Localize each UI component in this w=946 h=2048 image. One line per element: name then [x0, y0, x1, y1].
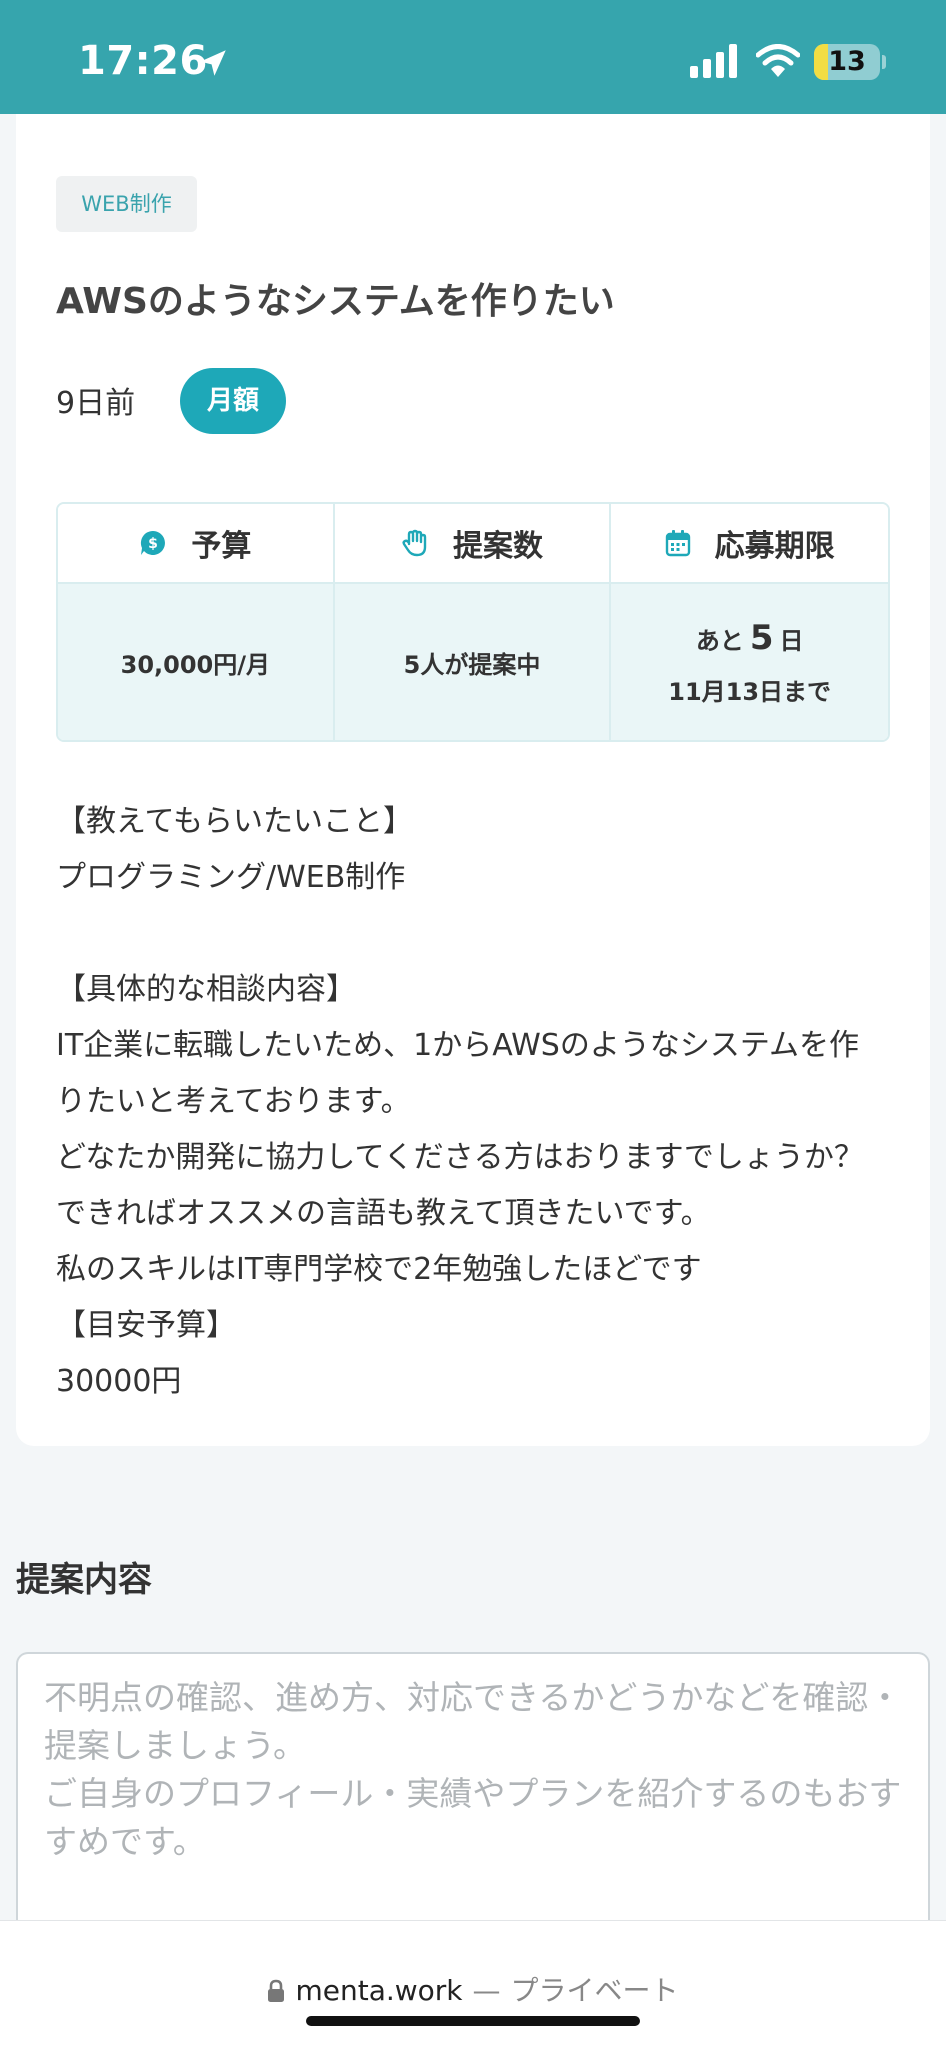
description-line: 私のスキルはIT専門学校で2年勉強したほどです [56, 1252, 702, 1287]
private-mode-label: プライベート [510, 1974, 679, 2007]
deadline-suffix: 日 [779, 626, 804, 655]
deadline-prefix: あと [695, 626, 744, 655]
raised-hand-icon [402, 529, 427, 557]
home-indicator[interactable] [306, 2016, 640, 2026]
deadline-remaining: あと 5 日 [696, 618, 804, 658]
lock-icon [268, 1979, 285, 2002]
status-bar: 17:26 13 [0, 0, 946, 114]
budget-amount: 30,000円/月 [120, 650, 271, 679]
proposals-label: 提案数 [452, 529, 543, 564]
description-line: 【具体的な相談内容】 [56, 972, 356, 1007]
battery-icon: 13 [814, 44, 880, 80]
deadline-header: 応募期限 [611, 504, 888, 584]
description-line: 【目安予算】 [56, 1308, 236, 1343]
description-line: りたいと考えております。 [56, 1084, 411, 1119]
battery-level-text: 13 [828, 46, 866, 77]
job-info-table: $ 予算 提案数 応募期限 30,000円/月 5人が提案中 あと 5 日 11… [56, 502, 890, 742]
location-arrow-icon [200, 50, 226, 76]
deadline-value: あと 5 日 11月13日まで [611, 584, 888, 740]
description-line: プログラミング/WEB制作 [56, 860, 406, 895]
url-domain: menta.work [295, 1974, 463, 2007]
wifi-icon [756, 44, 800, 77]
budget-header: $ 予算 [58, 504, 335, 584]
proposal-field[interactable] [16, 1652, 930, 1932]
posted-ago: 9日前 [56, 386, 136, 421]
battery-nub [882, 55, 886, 69]
pay-type-badge: 月額 [180, 368, 286, 434]
description-line: できればオススメの言語も教えて頂きたいです。 [56, 1196, 711, 1231]
description-line: IT企業に転職したいため、1からAWSのようなシステムを作 [56, 1028, 859, 1063]
proposal-textarea[interactable] [18, 1654, 928, 1932]
category-tag[interactable]: WEB制作 [56, 176, 197, 232]
status-time: 17:26 [78, 38, 208, 84]
url-display[interactable]: menta.work — プライベート [0, 1969, 946, 2009]
description-line: 30000円 [56, 1364, 182, 1399]
proposals-value: 5人が提案中 [334, 584, 612, 740]
description-line: 【教えてもらいたいこと】 [56, 804, 413, 839]
cellular-signal-icon [690, 44, 737, 78]
job-detail-card: WEB制作 AWSのようなシステムを作りたい 9日前 月額 $ 予算 提案数 応… [16, 114, 930, 1446]
job-title: AWSのようなシステムを作りたい [56, 281, 615, 322]
proposals-header: 提案数 [334, 504, 612, 584]
proposal-section-title: 提案内容 [16, 1560, 152, 1600]
browser-address-bar[interactable]: menta.work — プライベート [0, 1920, 946, 2048]
deadline-date: 11月13日まで [668, 677, 832, 706]
description-line [56, 906, 896, 962]
deadline-label: 応募期限 [714, 529, 835, 564]
description-line: どなたか開発に協力してくださる方はおりますでしょうか？ [56, 1140, 864, 1175]
calendar-icon [665, 530, 690, 557]
url-separator: — [472, 1974, 501, 2007]
deadline-days: 5 [749, 617, 774, 658]
budget-value: 30,000円/月 [58, 584, 335, 740]
job-description: 【教えてもらいたいこと】 プログラミング/WEB制作 【具体的な相談内容】 IT… [56, 794, 896, 1410]
svg-text:$: $ [148, 536, 158, 552]
money-bubble-icon: $ [141, 530, 166, 555]
proposals-count: 5人が提案中 [403, 650, 541, 679]
budget-label: 予算 [191, 529, 252, 564]
